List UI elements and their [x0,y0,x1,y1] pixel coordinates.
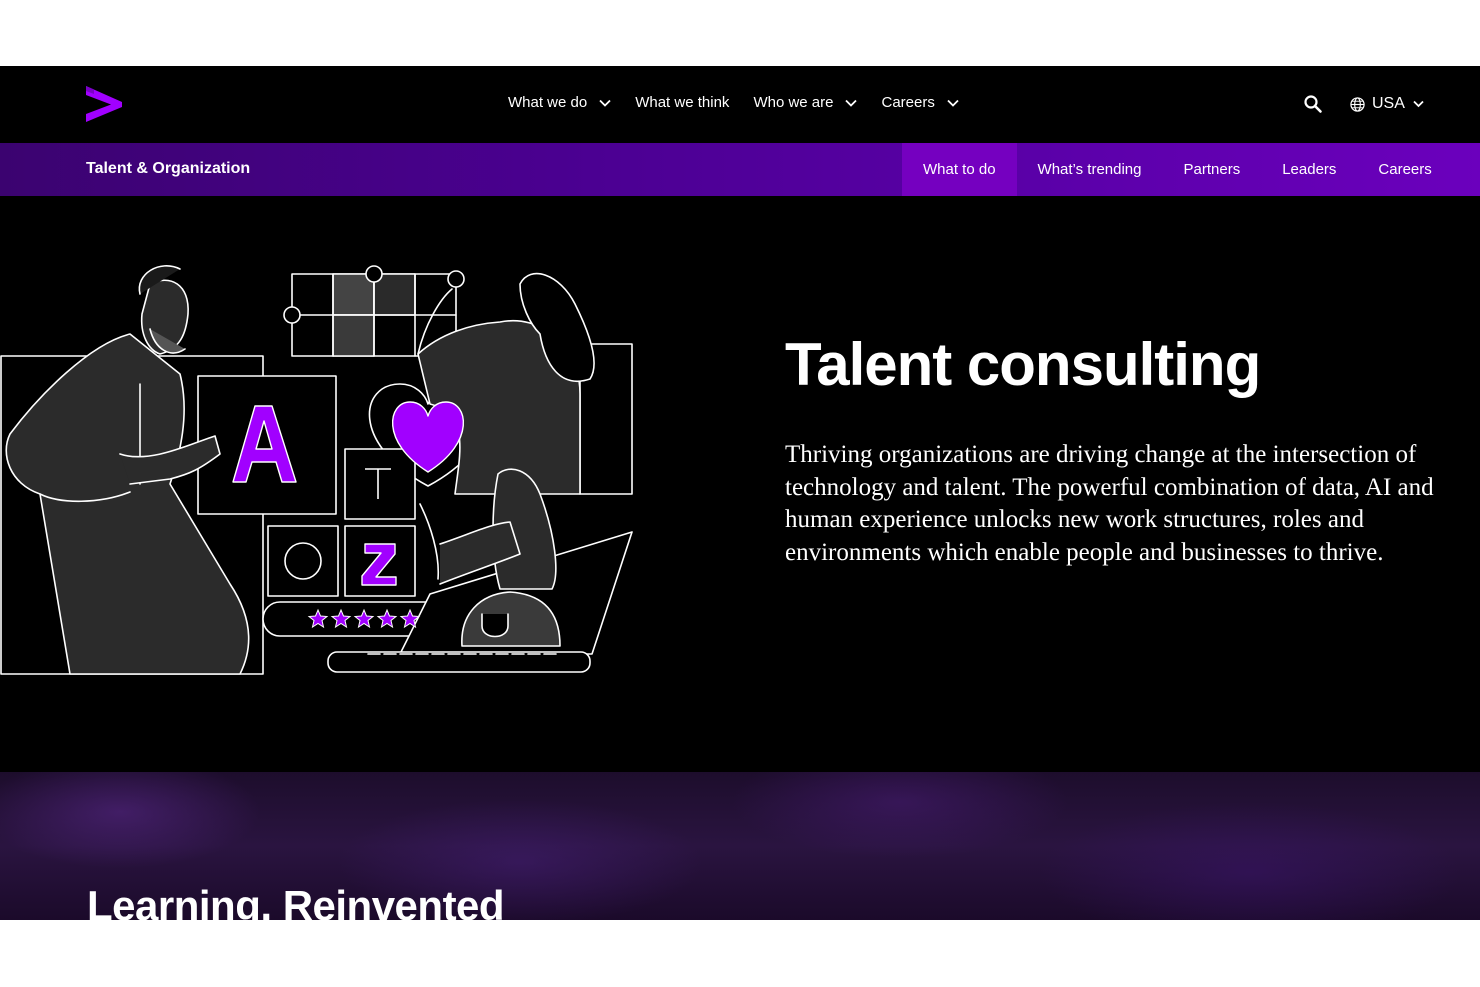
hero-title: Talent consulting [785,331,1261,398]
chevron-down-icon [1413,100,1424,108]
tab-partners[interactable]: Partners [1163,143,1262,196]
learning-section-title: Learning, Reinvented [87,882,505,920]
menu-what-we-do-label: What we do [508,94,588,111]
subnav-title[interactable]: Talent & Organization [86,160,250,178]
tab-what-to-do[interactable]: What to do [902,143,1017,196]
page-frame: What we do What we think Who we are Care… [0,66,1480,920]
hero-description: Thriving organizations are driving chang… [785,441,1434,566]
menu-careers[interactable]: Careers [881,94,959,111]
tab-leaders[interactable]: Leaders [1261,143,1357,196]
menu-what-we-think[interactable]: What we think [635,94,729,111]
main-menu: What we do What we think Who we are Care… [508,94,983,111]
subnav-tabs: What to do What’s trending Partners Lead… [902,143,1453,196]
menu-careers-label: Careers [881,94,935,111]
locale-label: USA [1372,95,1405,112]
menu-what-we-do[interactable]: What we do [508,94,611,111]
accenture-logo-icon[interactable] [84,86,122,122]
globe-icon [1350,96,1365,112]
menu-who-we-are[interactable]: Who we are [753,94,858,111]
menu-who-we-are-label: Who we are [753,94,834,111]
learning-section: Learning, Reinvented [0,772,1480,920]
locale-selector[interactable]: USA [1350,95,1424,113]
search-icon[interactable] [1302,93,1324,115]
top-navigation: What we do What we think Who we are Care… [0,66,1480,143]
tab-careers[interactable]: Careers [1357,143,1452,196]
chevron-down-icon [947,99,959,107]
section-subnav: Talent & Organization What to do What’s … [0,143,1480,196]
menu-what-we-think-label: What we think [635,94,730,111]
hero-illustration [0,265,633,675]
tab-whats-trending[interactable]: What’s trending [1017,143,1163,196]
chevron-down-icon [845,99,858,107]
nav-utilities: USA [1302,93,1424,115]
chevron-down-icon [599,99,611,107]
